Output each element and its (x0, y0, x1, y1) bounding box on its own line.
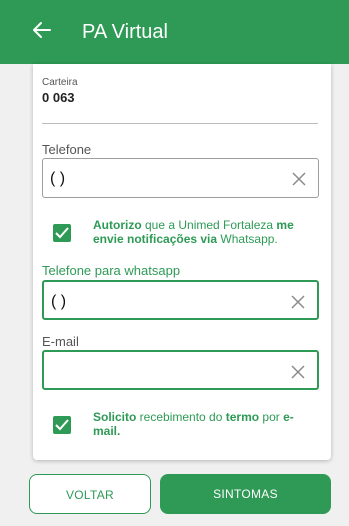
clear-icon[interactable] (292, 172, 306, 186)
voltar-button[interactable]: VOLTAR (29, 474, 151, 514)
telefone-whatsapp-value: ( ) (51, 293, 67, 310)
termo-consent-checkbox[interactable] (53, 416, 71, 434)
telefone-whatsapp-label: Telefone para whatsapp (42, 263, 181, 278)
app-bar: PA Virtual (0, 0, 349, 64)
whatsapp-consent-checkbox[interactable] (53, 224, 71, 242)
checkmark-icon (55, 227, 69, 239)
whatsapp-consent-text: Autorizo que a Unimed Fortaleza me envie… (93, 218, 294, 246)
termo-consent-text: Solicito recebimento do termo por e-mail… (93, 410, 294, 438)
email-label: E-mail (42, 334, 79, 349)
arrow-left-icon[interactable] (32, 20, 52, 40)
telefone-whatsapp-field[interactable]: ( ) (42, 280, 319, 320)
clear-icon[interactable] (291, 365, 305, 379)
telefone-value: ( ) (50, 170, 66, 187)
email-field[interactable] (42, 350, 319, 390)
sintomas-button[interactable]: SINTOMAS (160, 474, 331, 514)
form-card: Carteira 0 063 Telefone ( ) Autorizo que… (33, 64, 331, 460)
clear-icon[interactable] (291, 295, 305, 309)
divider (42, 123, 318, 124)
telefone-field[interactable]: ( ) (42, 158, 319, 198)
carteira-value: 0 063 (42, 90, 75, 105)
page-title: PA Virtual (82, 21, 168, 43)
telefone-label: Telefone (42, 142, 92, 157)
carteira-label: Carteira (42, 77, 78, 88)
checkmark-icon (55, 419, 69, 431)
